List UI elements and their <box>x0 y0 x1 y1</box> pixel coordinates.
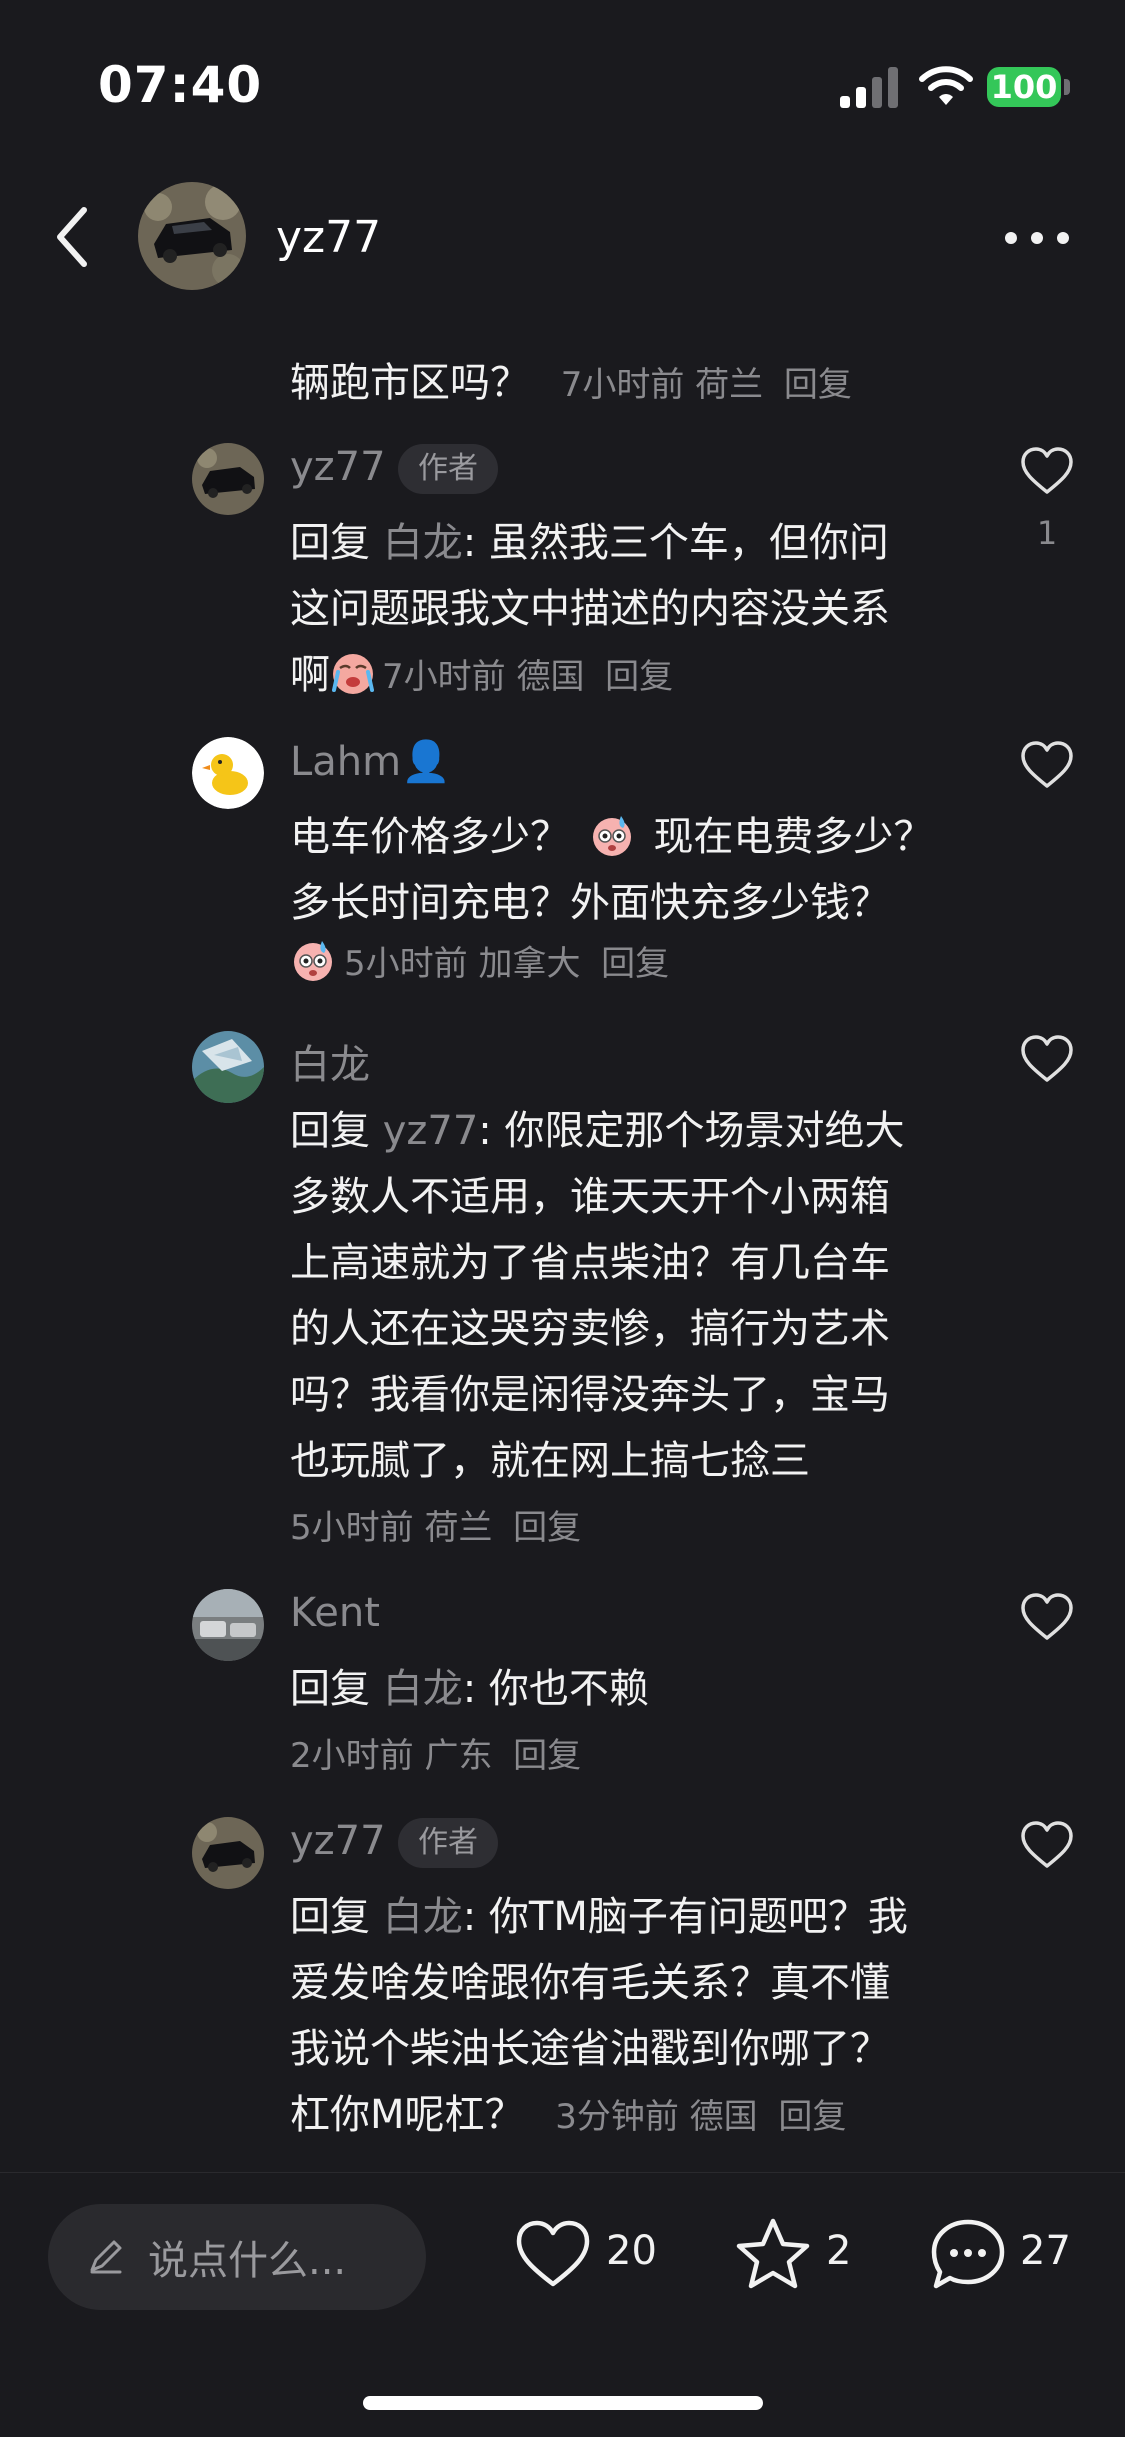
comment-meta: 3分钟前 德国 <box>555 2097 758 2137</box>
comment-line: 爱发啥发啥跟你有毛关系？真不懂 <box>290 1950 890 2008</box>
comment-text: 电车价格多少？ <box>290 814 570 860</box>
reply-prefix: 回复 <box>290 1894 383 1940</box>
comment-meta: 5小时前 荷兰 <box>290 1508 493 1548</box>
comment-line: 杠你M呢杠？ 3分钟前 德国 回复 <box>290 2082 846 2140</box>
comment-line: 5小时前 加拿大 回复 <box>290 936 669 985</box>
comment-text: 现在电费多少？ <box>653 814 934 860</box>
like-count: 20 <box>606 2228 657 2274</box>
mention[interactable]: 白龙 <box>383 520 463 566</box>
avatar[interactable] <box>192 737 264 809</box>
mention[interactable]: 白龙 <box>383 1894 463 1940</box>
reply-button[interactable]: 回复 <box>784 365 852 405</box>
crying-face-emoji <box>332 654 374 694</box>
comment-meta: 2小时前 广东 <box>290 1736 493 1776</box>
comment-count: 27 <box>1020 2228 1071 2274</box>
comment-line: 回复 白龙: 你TM脑子有问题吧？我 <box>290 1884 908 1942</box>
chevron-left-icon[interactable] <box>52 204 92 270</box>
status-time: 07:40 <box>98 56 263 114</box>
comment-line: 多长时间充电？外面快充多少钱？ <box>290 870 890 928</box>
signal-icon <box>840 67 898 108</box>
author-badge: 作者 <box>398 1818 498 1868</box>
comment-meta: 7小时前 荷兰 <box>560 365 764 405</box>
sweat-face-emoji <box>294 941 332 981</box>
reply-button[interactable]: 回复 <box>778 2097 846 2137</box>
comment-text: 多数人不适用，谁天天开个小两箱 <box>290 1174 890 1220</box>
comment-line: 啊 7小时前 德国 回复 <box>290 642 673 700</box>
comment-username[interactable]: Kent <box>290 1590 380 1636</box>
reply-button[interactable]: 回复 <box>513 1508 581 1548</box>
heart-outline-icon[interactable] <box>1020 1592 1074 1642</box>
avatar[interactable] <box>192 1817 264 1889</box>
comment-text: 这问题跟我文中描述的内容没关系 <box>290 586 890 632</box>
star-outline-icon[interactable] <box>734 2216 812 2292</box>
author-badge: 作者 <box>398 444 498 494</box>
avatar[interactable] <box>192 1031 264 1103</box>
comment-line: 我说个柴油长途省油戳到你哪了？ <box>290 2016 890 2074</box>
comment-line: 吗？我看你是闲得没奔头了，宝马 <box>290 1362 890 1420</box>
more-horizontal-icon[interactable] <box>1003 224 1071 252</box>
comment-line: 的人还在这哭穷卖惨，搞行为艺术 <box>290 1296 890 1354</box>
comment-text: : 虽然我三个车，但你问 <box>462 520 889 566</box>
reply-prefix: 回复 <box>290 1666 383 1712</box>
comment-meta: 5小时前 加拿大 <box>344 944 581 984</box>
heart-outline-icon[interactable] <box>1020 446 1074 496</box>
heart-outline-icon[interactable] <box>1020 740 1074 790</box>
comment-username[interactable]: 白龙 <box>290 1032 370 1090</box>
pencil-icon <box>90 2240 122 2274</box>
favorite-count: 2 <box>826 2228 852 2274</box>
heart-outline-icon[interactable] <box>1020 1820 1074 1870</box>
comment-text: 上高速就为了省点柴油？有几台车 <box>290 1240 890 1286</box>
home-indicator[interactable] <box>363 2396 763 2410</box>
comment-text: 多长时间充电？外面快充多少钱？ <box>290 880 890 926</box>
comment-text: 杠你M呢杠？ <box>290 2092 525 2138</box>
comment-line: 电车价格多少？ 现在电费多少？ <box>290 804 933 862</box>
comment-line: 辆跑市区吗？ 7小时前 荷兰 回复 <box>290 350 852 408</box>
reply-prefix: 回复 <box>290 1108 383 1154</box>
mention[interactable]: 白龙 <box>383 1666 463 1712</box>
comment-text: : 你限定那个场景对绝大 <box>478 1108 905 1154</box>
comment-line: 回复 白龙: 你也不赖 <box>290 1656 649 1714</box>
status-bar: 07:40 100 <box>0 0 1125 180</box>
comment-meta: 7小时前 德国 <box>382 657 585 697</box>
heart-outline-icon[interactable] <box>514 2218 592 2290</box>
battery-icon: 100 <box>987 67 1061 107</box>
comment-line: 2小时前 广东 回复 <box>290 1728 581 1777</box>
comment-text: 辆跑市区吗？ <box>290 360 530 406</box>
heart-outline-icon[interactable] <box>1020 1034 1074 1084</box>
nav-title: yz77 <box>276 212 382 263</box>
comment-line: 回复 yz77: 你限定那个场景对绝大 <box>290 1098 905 1156</box>
chat-bubble-icon[interactable] <box>928 2216 1008 2292</box>
comment-line: 多数人不适用，谁天天开个小两箱 <box>290 1164 890 1222</box>
comment-text: 吗？我看你是闲得没奔头了，宝马 <box>290 1372 890 1418</box>
like-count: 1 <box>1036 514 1058 552</box>
comment-line: 上高速就为了省点柴油？有几台车 <box>290 1230 890 1288</box>
sweat-face-emoji <box>592 816 631 856</box>
comment-text: 爱发啥发啥跟你有毛关系？真不懂 <box>290 1960 890 2006</box>
comment-input-placeholder[interactable]: 说点什么... <box>148 2228 346 2286</box>
comment-line: 也玩腻了，就在网上搞七捻三 <box>290 1428 810 1486</box>
avatar[interactable] <box>192 443 264 515</box>
wifi-icon <box>919 66 973 105</box>
comment-username[interactable]: Lahm👤 <box>290 738 451 785</box>
mention[interactable]: yz77 <box>383 1108 479 1154</box>
comment-text: 也玩腻了，就在网上搞七捻三 <box>290 1438 810 1484</box>
avatar[interactable] <box>138 182 246 290</box>
reply-prefix: 回复 <box>290 520 383 566</box>
comment-line: 这问题跟我文中描述的内容没关系 <box>290 576 890 634</box>
avatar[interactable] <box>192 1589 264 1661</box>
comment-line: 回复 白龙: 虽然我三个车，但你问 <box>290 510 889 568</box>
reply-button[interactable]: 回复 <box>601 944 669 984</box>
comment-username[interactable]: yz77 <box>290 444 386 490</box>
comment-text: : 你TM脑子有问题吧？我 <box>462 1894 908 1940</box>
comment-text: 啊 <box>290 652 330 698</box>
battery-tip <box>1064 79 1070 95</box>
comment-line: 5小时前 荷兰 回复 <box>290 1500 581 1549</box>
reply-button[interactable]: 回复 <box>605 657 673 697</box>
comment-text: 的人还在这哭穷卖惨，搞行为艺术 <box>290 1306 890 1352</box>
comment-text: : 你也不赖 <box>462 1666 649 1712</box>
comment-text: 我说个柴油长途省油戳到你哪了？ <box>290 2026 890 2072</box>
reply-button[interactable]: 回复 <box>513 1736 581 1776</box>
comment-username[interactable]: yz77 <box>290 1818 386 1864</box>
